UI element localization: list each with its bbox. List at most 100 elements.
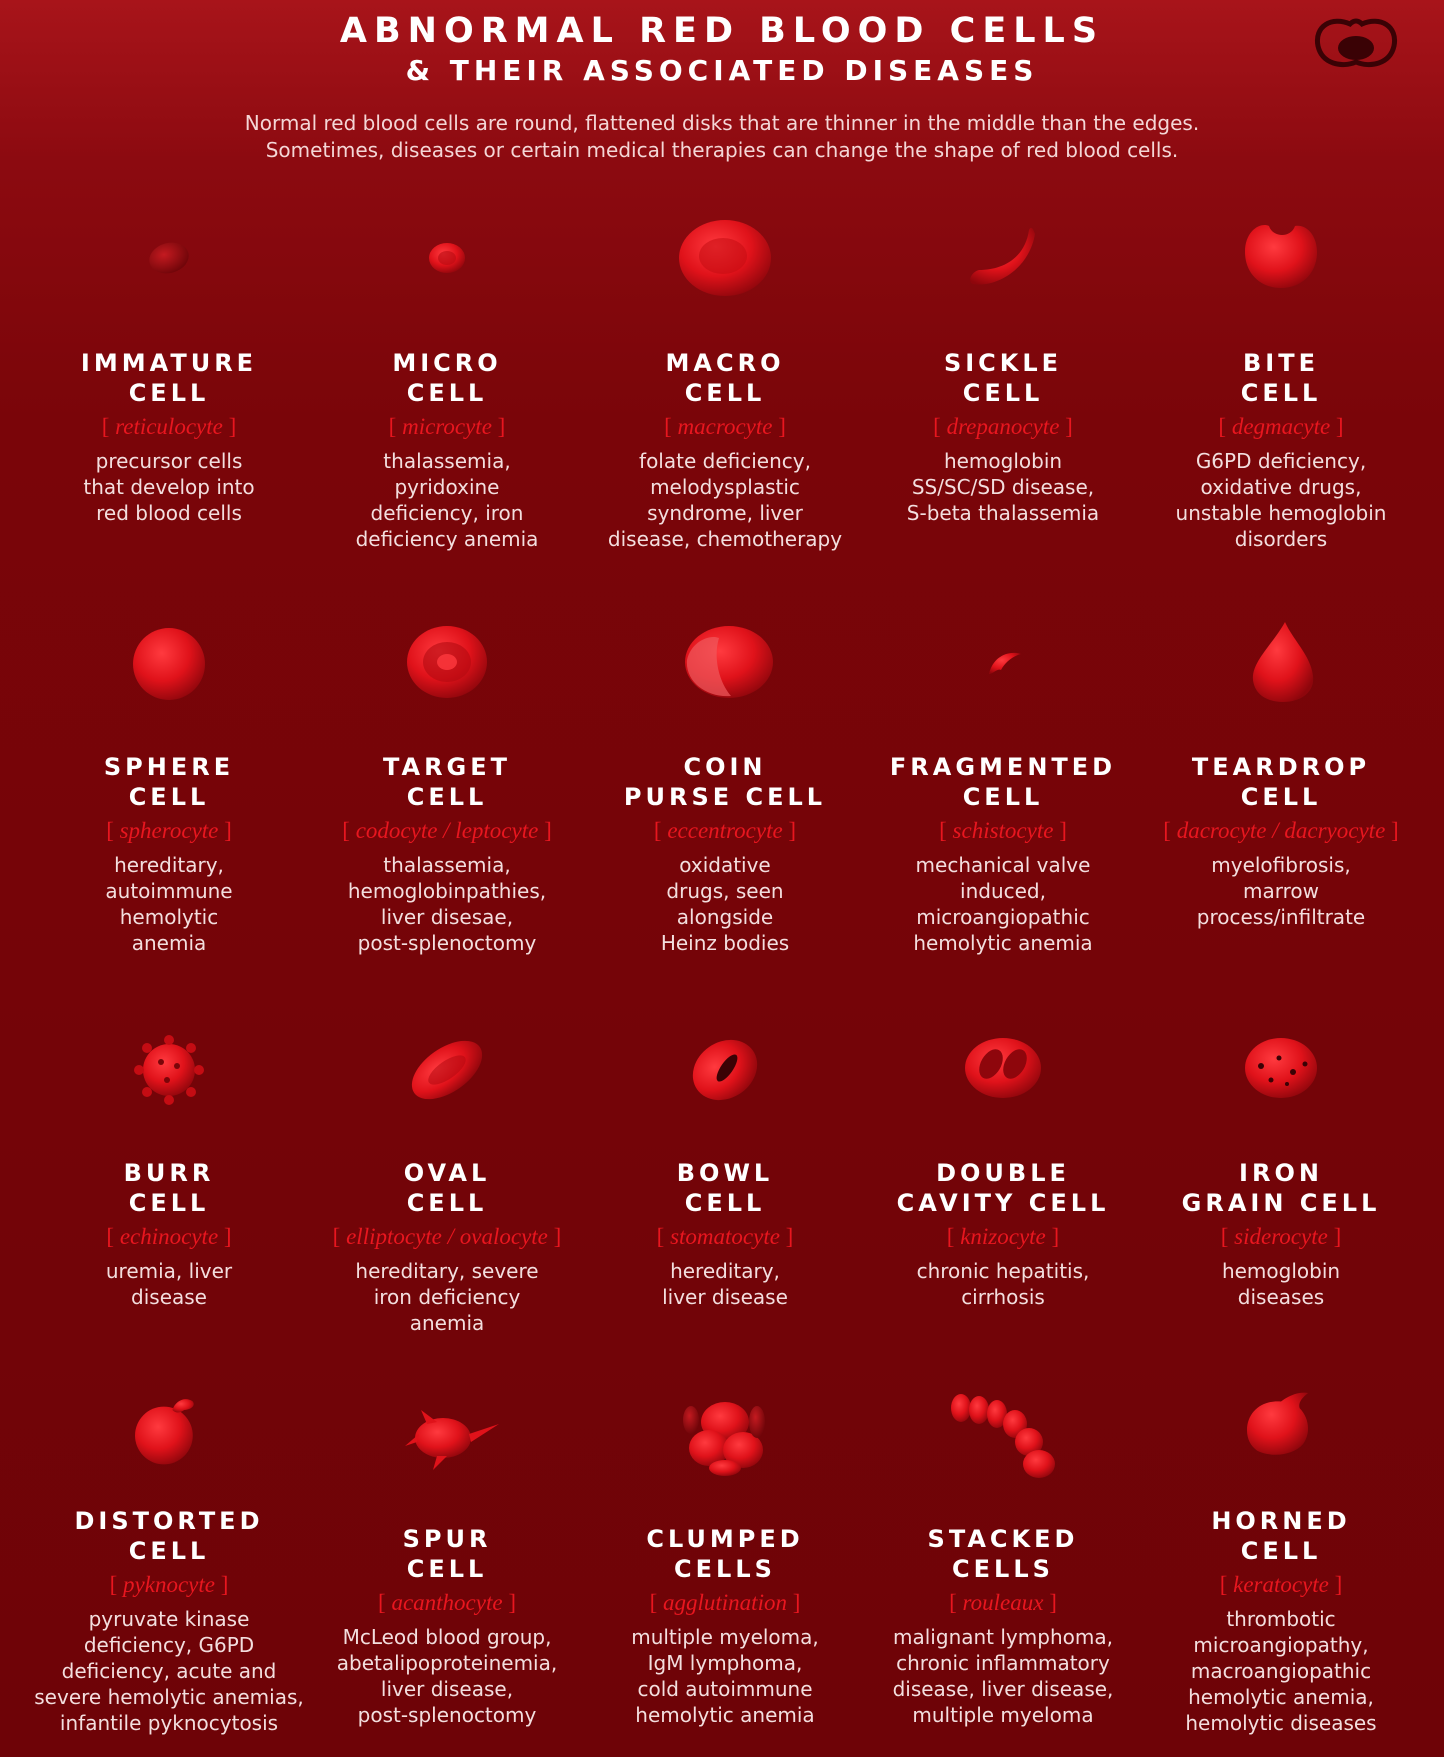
cell-card: BOWL CELL[ stomatocyte ] hereditary, live… bbox=[586, 1010, 864, 1376]
open-bracket: [ bbox=[946, 1224, 961, 1249]
micro-cell-icon bbox=[429, 243, 465, 273]
cell-name: SPHERE CELL bbox=[103, 753, 235, 811]
scientific-name: [ degmacyte ] bbox=[1218, 414, 1343, 440]
scientific-name: [ rouleaux ] bbox=[949, 1590, 1057, 1616]
cell-name: IRON GRAIN CELL bbox=[1181, 1159, 1381, 1217]
open-bracket: [ bbox=[939, 818, 953, 843]
cell-grid: IMMATURE CELL [ reticulocyte ] precursor c… bbox=[30, 200, 1420, 1736]
scientific-term: dacrocyte / dacryocyte bbox=[1176, 818, 1386, 843]
cell-card: SPHERE CELL [ spherocyte ] hereditary, aut… bbox=[30, 604, 308, 1010]
disease-description: thrombotic microangiopathy, macroangiopa… bbox=[1185, 1607, 1377, 1735]
immature-cell-icon bbox=[149, 242, 189, 274]
open-bracket: [ bbox=[106, 1224, 120, 1249]
close-bracket: ] bbox=[491, 414, 506, 439]
disease-description: hereditary, severe iron deficiency anemi… bbox=[355, 1259, 539, 1335]
disease-description: myelofibrosis, marrow process/infiltrate bbox=[1196, 853, 1366, 929]
open-bracket: [ bbox=[664, 414, 678, 439]
open-bracket: [ bbox=[1163, 818, 1177, 843]
cell-name: DOUBLE CAVITY CELL bbox=[896, 1159, 1110, 1217]
close-bracket: ] bbox=[1059, 414, 1073, 439]
close-bracket: ] bbox=[1328, 1572, 1343, 1597]
page-title: ABNORMAL RED BLOOD CELLS bbox=[339, 11, 1105, 51]
open-bracket: [ bbox=[933, 414, 947, 439]
disease-description: pyruvate kinase deficiency, G6PD deficie… bbox=[34, 1607, 304, 1735]
disease-description: chronic hepatitis, cirrhosis bbox=[916, 1259, 1090, 1309]
open-bracket: [ bbox=[1218, 414, 1232, 439]
cell-card: STACKED CELLS [ rouleaux ] malignant lymph… bbox=[864, 1376, 1142, 1736]
scientific-term: pyknocyte bbox=[123, 1572, 215, 1597]
page-subtitle: & THEIR ASSOCIATED DISEASES bbox=[405, 54, 1039, 87]
scientific-name: [ microcyte ] bbox=[389, 414, 506, 440]
cell-card: OVAL CELL [ elliptocyte / ovalocyte ] here… bbox=[308, 1010, 586, 1376]
disease-description: McLeod blood group, abetalipoproteinemia… bbox=[336, 1625, 558, 1727]
scientific-name: [ drepanocyte ] bbox=[933, 414, 1073, 440]
scientific-name: [ agglutination ] bbox=[650, 1590, 801, 1616]
spur-cell-icon bbox=[405, 1410, 499, 1470]
cell-card: BURR CELL[ echinocyte ] uremia, liver dis… bbox=[30, 1010, 308, 1376]
disease-description: uremia, liver disease bbox=[105, 1259, 233, 1309]
close-bracket: ] bbox=[1385, 818, 1399, 843]
cell-name: STACKED CELLS bbox=[927, 1525, 1079, 1583]
close-bracket: ] bbox=[786, 1590, 801, 1615]
target-cell-icon bbox=[407, 626, 487, 698]
scientific-name: [ schistocyte ] bbox=[939, 818, 1067, 844]
open-bracket: [ bbox=[342, 818, 356, 843]
cell-name: CLUMPED CELLS bbox=[646, 1525, 804, 1583]
scientific-name: [ dacrocyte / dacryocyte ] bbox=[1163, 818, 1398, 844]
cell-card: HORNED CELL [ keratocyte ] thrombotic micr… bbox=[1142, 1376, 1420, 1736]
cell-card: TARGET CELL [ codocyte / leptocyte ] thala… bbox=[308, 604, 586, 1010]
cell-card: BITE CELL [ degmacyte ] G6PD deficiency, o… bbox=[1142, 200, 1420, 604]
scientific-term: elliptocyte / ovalocyte bbox=[346, 1224, 548, 1249]
disease-description: mechanical valve induced, microangiopath… bbox=[913, 853, 1093, 955]
cell-card: IRON GRAIN CELL [ siderocyte ] hemoglobin … bbox=[1142, 1010, 1420, 1376]
scientific-term: stomatocyte bbox=[670, 1224, 780, 1249]
disease-description: multiple myeloma, IgM lymphoma, cold aut… bbox=[631, 1625, 819, 1727]
scientific-name: [ acanthocyte ] bbox=[378, 1590, 516, 1616]
scientific-term: microcyte bbox=[402, 414, 492, 439]
open-bracket: [ bbox=[378, 1590, 392, 1615]
distorted-cell-icon bbox=[135, 1399, 194, 1465]
header: ABNORMAL RED BLOOD CELLS & THEIR ASSOCIA… bbox=[0, 0, 1444, 164]
disease-description: thalassemia, hemoglobinpathies, liver di… bbox=[347, 853, 547, 955]
scientific-term: reticulocyte bbox=[115, 414, 223, 439]
disease-description: hereditary, autoimmune hemolytic anemia bbox=[105, 853, 233, 955]
close-bracket: ] bbox=[214, 1572, 229, 1597]
scientific-term: eccentrocyte bbox=[667, 818, 783, 843]
scientific-term: agglutination bbox=[663, 1590, 787, 1615]
open-bracket: [ bbox=[649, 1590, 664, 1615]
close-bracket: ] bbox=[1045, 1224, 1060, 1249]
disease-description: thalassemia, pyridoxine deficiency, iron… bbox=[355, 449, 539, 551]
close-bracket: ] bbox=[772, 414, 786, 439]
scientific-term: rouleaux bbox=[962, 1590, 1044, 1615]
close-bracket: ] bbox=[502, 1590, 516, 1615]
double-cavity-cell-icon bbox=[965, 1038, 1041, 1098]
scientific-term: knizocyte bbox=[960, 1224, 1046, 1249]
close-bracket: ] bbox=[1327, 1224, 1342, 1249]
intro-line-2: Sometimes, diseases or certain medical t… bbox=[265, 137, 1179, 162]
cell-name: TEARDROP CELL bbox=[1191, 753, 1371, 811]
cell-name: TARGET CELL bbox=[382, 753, 512, 811]
open-bracket: [ bbox=[949, 1590, 963, 1615]
teardrop-cell-icon bbox=[1252, 622, 1314, 702]
disease-description: hereditary, liver disease bbox=[662, 1259, 788, 1309]
cell-name: MICRO CELL bbox=[392, 349, 502, 407]
scientific-term: codocyte / leptocyte bbox=[355, 818, 539, 843]
disease-description: G6PD deficiency, oxidative drugs, unstab… bbox=[1175, 449, 1387, 551]
close-bracket: ] bbox=[1053, 818, 1067, 843]
scientific-name: [ reticulocyte ] bbox=[102, 414, 237, 440]
close-bracket: ] bbox=[782, 818, 797, 843]
intro-line-1: Normal red blood cells are round, flatte… bbox=[244, 110, 1200, 135]
sickle-cell-icon bbox=[970, 227, 1035, 285]
disease-description: oxidative drugs, seen alongside Heinz bo… bbox=[660, 853, 790, 955]
scientific-term: spherocyte bbox=[119, 818, 219, 843]
scientific-name: [ echinocyte ] bbox=[106, 1224, 231, 1250]
cell-name: OVAL CELL bbox=[403, 1159, 491, 1217]
sphere-cell-icon bbox=[133, 628, 205, 700]
bowl-cell-icon bbox=[692, 1039, 758, 1101]
intro-text: Normal red blood cells are round, flatte… bbox=[172, 110, 1272, 164]
scientific-term: schistocyte bbox=[952, 818, 1054, 843]
scientific-term: macrocyte bbox=[677, 414, 773, 439]
close-bracket: ] bbox=[218, 818, 232, 843]
cell-card: IMMATURE CELL [ reticulocyte ] precursor c… bbox=[30, 200, 308, 604]
close-bracket: ] bbox=[538, 818, 552, 843]
